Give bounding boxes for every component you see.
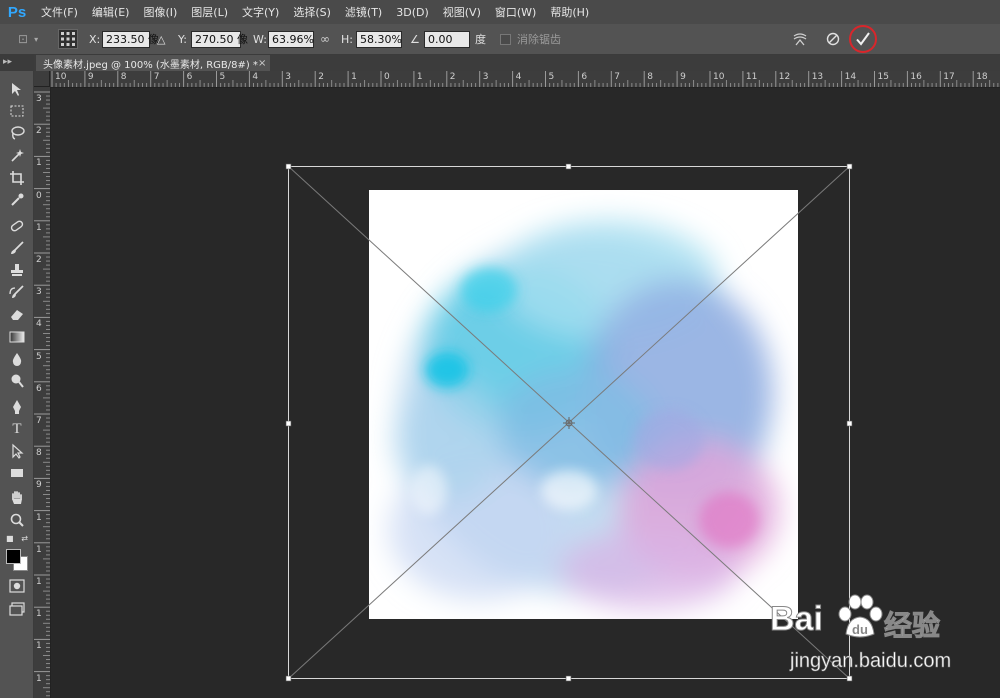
transform-handle-bottom[interactable] xyxy=(565,675,572,682)
transform-handle-bottom-left[interactable] xyxy=(285,675,292,682)
baidu-brand-text: Bai xyxy=(770,600,824,639)
paw-icon: du xyxy=(838,594,883,638)
transform-handle-top-left[interactable] xyxy=(285,163,292,170)
transform-handle-bottom-right[interactable] xyxy=(846,675,853,682)
transform-handle-top-right[interactable] xyxy=(846,163,853,170)
baidu-jingyan-logo: Bai du 经验 xyxy=(770,594,995,644)
transform-handle-left[interactable] xyxy=(285,420,292,427)
svg-text:du: du xyxy=(852,622,868,637)
baidu-url-text: jingyan.baidu.com xyxy=(790,650,952,673)
transform-handle-top[interactable] xyxy=(565,163,572,170)
transform-handle-right[interactable] xyxy=(846,420,853,427)
jingyan-text: 经验 xyxy=(883,609,941,643)
